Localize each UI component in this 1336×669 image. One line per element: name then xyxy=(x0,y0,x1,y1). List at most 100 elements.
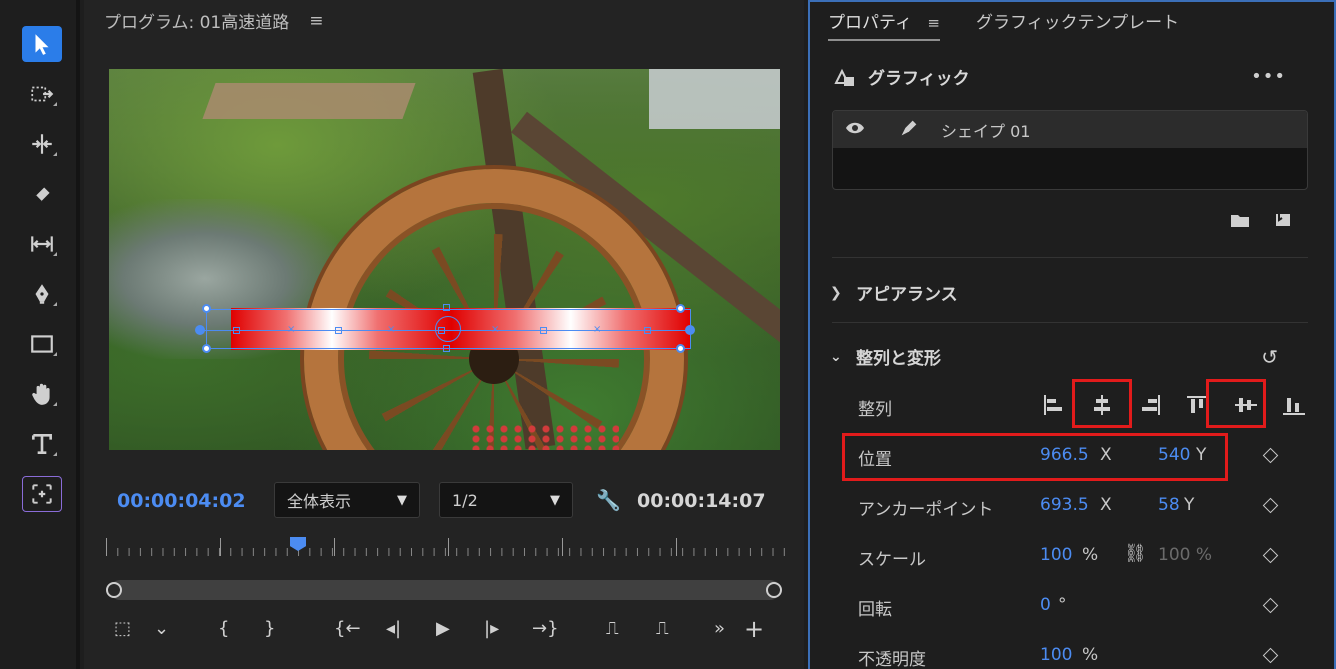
scale-value[interactable]: 100 xyxy=(1040,545,1072,565)
bbox-handle-bottom[interactable] xyxy=(443,345,450,352)
reset-icon[interactable]: ↺ xyxy=(1261,345,1278,369)
mark-out-button[interactable]: } xyxy=(264,616,275,642)
type-tool-button[interactable] xyxy=(22,426,62,462)
go-to-out-button[interactable]: →} xyxy=(532,616,559,642)
scrollbar-left-handle[interactable] xyxy=(106,582,122,598)
rectangle-tool-button[interactable] xyxy=(22,326,62,362)
rotation-keyframe-diamond-icon[interactable] xyxy=(1262,597,1279,614)
monitor-header: プログラム: 01高速道路 ≡ xyxy=(104,8,324,34)
scale-height-value: 100 % xyxy=(1158,545,1213,565)
divider xyxy=(832,257,1308,258)
ruler-major-tick xyxy=(334,538,335,556)
rotation-value[interactable]: 0 xyxy=(1040,595,1051,615)
layer-row[interactable]: シェイプ 01 xyxy=(833,111,1307,148)
eye-visibility-icon[interactable] xyxy=(833,120,877,139)
chevron-down-icon[interactable]: ⌄ xyxy=(154,616,169,642)
step-back-button[interactable]: ◂| xyxy=(386,616,401,642)
path-endpoint-right[interactable] xyxy=(685,325,695,335)
align-bottom-icon[interactable] xyxy=(1282,394,1306,416)
anchor-keyframe-diamond-icon[interactable] xyxy=(1262,497,1279,514)
bbox-handle-top-left[interactable] xyxy=(202,304,211,313)
slip-tool-button[interactable] xyxy=(22,226,62,262)
step-forward-button[interactable]: |▸ xyxy=(484,616,499,642)
button-editor-add-icon[interactable]: + xyxy=(744,616,764,642)
appearance-section-header[interactable]: ❯ アピアランス xyxy=(830,280,958,306)
position-y-value[interactable]: 540 xyxy=(1158,445,1190,465)
bbox-handle-top-right[interactable] xyxy=(676,304,685,313)
monitor-title[interactable]: プログラム: 01高速道路 xyxy=(104,8,289,33)
path-vertex[interactable] xyxy=(233,327,240,334)
transform-icon xyxy=(32,484,52,504)
track-select-tool-button[interactable] xyxy=(22,76,62,112)
pen-tool-button[interactable] xyxy=(22,276,62,312)
path-vertex[interactable] xyxy=(438,327,445,334)
position-x-axis-label: X xyxy=(1100,445,1112,465)
slip-icon xyxy=(31,236,53,252)
playback-resolution-value: 1/2 xyxy=(452,490,478,510)
transform-tool-button[interactable] xyxy=(22,476,62,512)
scale-keyframe-diamond-icon[interactable] xyxy=(1262,547,1279,564)
more-options-icon[interactable]: ••• xyxy=(1251,66,1286,87)
program-monitor: プログラム: 01高速道路 ≡ × × × × 00:00:04:02 全体表示… xyxy=(84,0,804,669)
path-midpoint-marker: × xyxy=(593,324,602,335)
position-keyframe-diamond-icon[interactable] xyxy=(1262,447,1279,464)
more-buttons-icon[interactable]: » xyxy=(714,616,725,642)
align-transform-section-title: 整列と変形 xyxy=(856,349,941,369)
tool-flyout-indicator xyxy=(53,352,57,356)
rectangle-icon xyxy=(31,335,53,353)
playback-resolution-select[interactable]: 1/2 ▼ xyxy=(439,482,573,518)
path-vertex[interactable] xyxy=(644,327,651,334)
path-endpoint-left[interactable] xyxy=(195,325,205,335)
mark-in-button[interactable]: { xyxy=(218,616,229,642)
path-vertex[interactable] xyxy=(540,327,547,334)
tab-graphic-templates[interactable]: グラフィックテンプレート xyxy=(976,8,1179,41)
safe-margins-icon[interactable]: ⬚ xyxy=(114,616,131,642)
path-midpoint-marker: × xyxy=(387,324,396,335)
selection-tool-button[interactable] xyxy=(22,26,62,62)
bbox-handle-top[interactable] xyxy=(443,304,450,311)
align-left-icon[interactable] xyxy=(1042,394,1066,416)
link-icon[interactable]: ⛓ xyxy=(1124,543,1147,564)
hand-tool-button[interactable] xyxy=(22,376,62,412)
go-to-in-button[interactable]: {← xyxy=(334,616,361,642)
ripple-edit-tool-button[interactable] xyxy=(22,126,62,162)
new-layer-icon[interactable] xyxy=(1274,212,1294,228)
lift-button[interactable]: ⎍ xyxy=(606,616,619,642)
opacity-unit: % xyxy=(1082,645,1099,665)
tab-properties[interactable]: プロパティ ≡ xyxy=(828,8,940,41)
anchor-x-value[interactable]: 693.5 xyxy=(1040,495,1089,515)
path-vertex[interactable] xyxy=(335,327,342,334)
anchor-x-axis-label: X xyxy=(1100,495,1112,515)
zoom-scrollbar[interactable] xyxy=(110,580,780,600)
bbox-handle-bottom-left[interactable] xyxy=(202,344,211,353)
current-timecode[interactable]: 00:00:04:02 xyxy=(117,490,246,512)
align-right-icon[interactable] xyxy=(1138,394,1162,416)
zoom-level-select[interactable]: 全体表示 ▼ xyxy=(274,482,420,518)
position-x-value[interactable]: 966.5 xyxy=(1040,445,1089,465)
video-frame[interactable]: × × × × xyxy=(109,69,780,450)
scrollbar-right-handle[interactable] xyxy=(766,582,782,598)
time-ruler[interactable] xyxy=(106,538,786,558)
chevron-down-icon: ▼ xyxy=(550,492,560,508)
monitor-menu-icon[interactable]: ≡ xyxy=(309,11,323,31)
properties-panel: プロパティ ≡ グラフィックテンプレート グラフィック ••• シェイプ 01 … xyxy=(808,0,1336,669)
ruler-major-tick xyxy=(106,538,107,556)
align-transform-section-header[interactable]: ⌄ 整列と変形 xyxy=(830,344,941,370)
wrench-settings-icon[interactable]: 🔧 xyxy=(596,488,621,512)
rotation-label: 回転 xyxy=(858,600,892,620)
pen-shape-icon xyxy=(877,117,941,143)
zoom-level-value: 全体表示 xyxy=(287,492,352,511)
folder-icon[interactable] xyxy=(1230,212,1250,228)
opacity-keyframe-diamond-icon[interactable] xyxy=(1262,647,1279,664)
extract-button[interactable]: ⎍ xyxy=(656,616,669,642)
tab-graphic-templates-label: グラフィックテンプレート xyxy=(975,13,1180,33)
monitor-timecode-row: 00:00:04:02 全体表示 ▼ 1/2 ▼ 🔧 00:00:14:07 xyxy=(84,482,804,520)
play-button[interactable]: ▶ xyxy=(436,616,450,642)
tab-menu-icon[interactable]: ≡ xyxy=(927,14,940,32)
opacity-value[interactable]: 100 xyxy=(1040,645,1072,665)
razor-tool-button[interactable] xyxy=(22,176,62,212)
tab-properties-label: プロパティ xyxy=(828,13,912,33)
anchor-y-value[interactable]: 58 xyxy=(1158,495,1180,515)
chevron-down-icon: ⌄ xyxy=(830,348,842,365)
bbox-handle-bottom-right[interactable] xyxy=(676,344,685,353)
